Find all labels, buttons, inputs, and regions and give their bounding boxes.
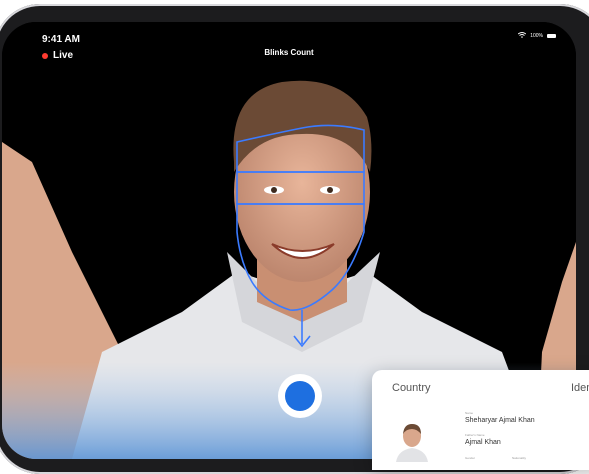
id-card-preview[interactable]: Country Iden Name Sheharyar Ajmal Khan F… <box>372 370 589 470</box>
name-label: Name <box>465 411 474 415</box>
battery-percent: 100% <box>530 33 543 39</box>
status-bar: 9:41 AM Live Blinks Count 100% <box>2 22 576 62</box>
capture-button-inner <box>285 381 315 411</box>
status-icons: 100% <box>517 32 556 40</box>
battery-icon <box>547 34 556 38</box>
screen-title: Blinks Count <box>264 48 314 57</box>
id-card-country: Country <box>392 382 431 394</box>
capture-button[interactable] <box>278 374 322 418</box>
status-time: 9:41 AM <box>42 34 80 45</box>
nationality-label: Nationality <box>512 456 527 460</box>
father-label: Father's Name <box>465 433 485 437</box>
id-card-identity: Iden <box>571 382 589 394</box>
name-value: Sheharyar Ajmal Khan <box>465 417 535 424</box>
father-value: Ajmal Khan <box>465 439 501 446</box>
gender-label: Gender <box>465 456 476 460</box>
wifi-icon <box>517 32 527 40</box>
id-card-photo <box>394 418 430 462</box>
